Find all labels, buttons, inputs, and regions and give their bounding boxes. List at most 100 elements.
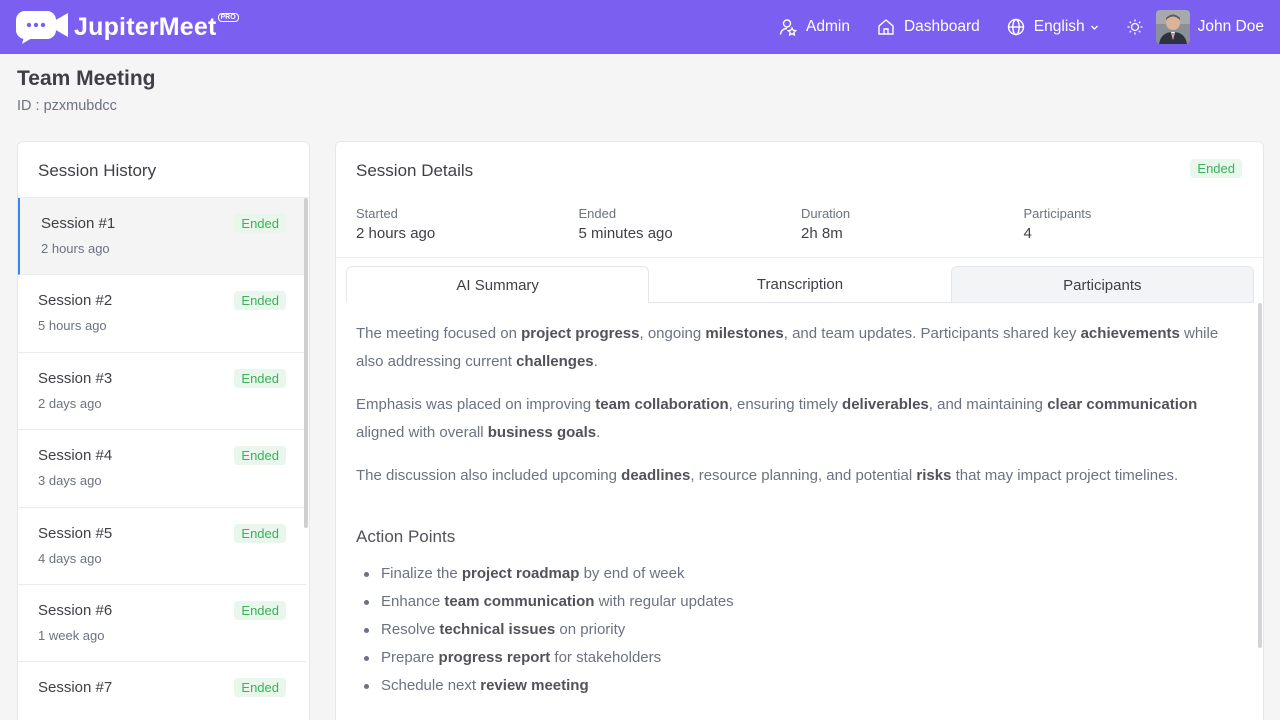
summary-text-segment: aligned with overall [356,424,488,441]
tab-ai-summary[interactable]: AI Summary [346,266,650,303]
home-icon [878,19,894,35]
summary-text-segment: , ongoing [639,325,706,342]
user-name: John Doe [1197,18,1264,35]
stat-ended: Ended 5 minutes ago [579,206,802,242]
nav-admin[interactable]: Admin [779,18,850,36]
pro-badge: PRO [217,12,239,22]
nav-dashboard[interactable]: Dashboard [877,18,980,36]
session-history-title: Session History [18,142,309,198]
action-points-list: Finalize the project roadmap by end of w… [356,560,1236,700]
status-badge: Ended [234,446,286,466]
session-details-panel: Session Details Ended Started 2 hours ag… [335,141,1264,720]
tab-transcription[interactable]: Transcription [649,266,951,303]
action-text-segment: Finalize the [381,565,462,582]
summary-text-segment: , ensuring timely [728,396,843,413]
brand-logo[interactable]: JupiterMeet PRO [16,10,239,44]
highlight-term: clear communication [1047,396,1198,413]
stat-value: 5 minutes ago [578,225,673,242]
highlight-term: achievements [1080,325,1180,342]
highlight-term: deadlines [621,467,691,484]
summary-paragraph: The meeting focused on project progress,… [356,320,1236,376]
action-text-segment: with regular updates [594,593,734,610]
highlight-term: progress report [438,649,551,666]
action-text-segment: Enhance [381,593,445,610]
status-badge: Ended [234,368,286,388]
session-time: 4 days ago [38,550,102,566]
highlight-term: project roadmap [461,565,580,582]
scrollbar-thumb[interactable] [304,198,308,528]
video-chat-icon [16,10,68,44]
stat-duration: Duration 2h 8m [801,206,1024,242]
status-badge: Ended [1190,159,1242,178]
session-time: 5 hours ago [38,318,107,334]
highlight-term: review meeting [480,677,589,694]
language-selector[interactable]: English [1007,18,1099,36]
action-point: Prepare progress report for stakeholders [356,644,1236,672]
stat-label: Started [356,206,398,221]
globe-icon [1007,18,1024,36]
highlight-term: deliverables [842,396,929,413]
highlight-term: challenges [516,353,594,370]
stat-value: 4 [1023,225,1032,242]
status-badge: Ended [234,214,286,233]
action-text-segment: Prepare [381,649,439,666]
session-item[interactable]: Session #2 5 hours ago Ended [18,275,306,353]
stat-value: 2h 8m [801,225,843,242]
summary-text: The meeting focused on project progress,… [356,320,1236,490]
session-item[interactable]: Session #6 1 week ago Ended [18,585,306,663]
session-time: 2 hours ago [41,241,110,256]
stat-participants: Participants 4 [1024,206,1247,242]
action-text-segment: Schedule next [381,677,481,694]
page-title: Team Meeting [17,67,156,90]
session-stats: Started 2 hours ago Ended 5 minutes ago … [356,206,1246,242]
action-text-segment: on priority [555,621,626,638]
action-point: Resolve technical issues on priority [356,616,1236,644]
session-time: 3 days ago [38,473,102,489]
status-badge: Ended [234,678,286,698]
session-item[interactable]: Session #1 2 hours ago Ended [18,198,306,276]
summary-text-segment: , and team updates. Participants shared … [783,325,1081,342]
action-text-segment: by end of week [579,565,685,582]
chevron-down-icon [1090,25,1098,30]
summary-paragraph: Emphasis was placed on improving team co… [356,391,1236,447]
highlight-term: risks [916,467,952,484]
brand-name: JupiterMeet [74,12,217,41]
language-label: English [1033,18,1085,35]
tab-participants[interactable]: Participants [950,266,1254,303]
status-badge: Ended [234,291,286,311]
highlight-term: team collaboration [595,396,729,413]
stat-label: Duration [801,206,851,221]
sun-icon [1127,19,1143,35]
summary-text-segment: The meeting focused on [356,325,522,342]
action-point: Enhance team communication with regular … [356,588,1236,616]
top-navbar: JupiterMeet PRO Admin Dashboard English … [0,0,1280,54]
session-item[interactable]: Session #7 Ended [18,662,306,720]
user-star-icon [779,19,798,36]
summary-paragraph: The discussion also included upcoming de… [356,462,1236,490]
session-item[interactable]: Session #3 2 days ago Ended [18,353,306,431]
summary-text-segment: Emphasis was placed on improving [356,396,596,413]
highlight-term: team communication [444,593,595,610]
meeting-id: ID : pzxmubdcc [17,98,117,114]
summary-text-segment: , resource planning, and potential [690,467,917,484]
session-item[interactable]: Session #4 3 days ago Ended [18,430,306,508]
theme-toggle[interactable] [1126,18,1144,36]
avatar [1155,10,1190,44]
summary-text-segment: The discussion also included upcoming [356,467,622,484]
session-item[interactable]: Session #5 4 days ago Ended [18,508,306,585]
summary-text-segment: , and maintaining [928,396,1048,413]
session-time: 2 days ago [38,395,102,411]
nav-admin-label: Admin [806,18,850,35]
divider [336,257,1263,258]
highlight-term: milestones [705,325,784,342]
content-scrollbar[interactable] [1258,303,1262,648]
nav-menu: Admin Dashboard English John Doe [779,0,1280,54]
stat-label: Participants [1023,206,1092,221]
user-menu[interactable]: John Doe [1155,10,1264,44]
status-badge: Ended [234,600,286,620]
action-points-title: Action Points [356,527,456,546]
session-list-scrollbar[interactable] [304,198,308,720]
summary-text-segment: . [596,424,601,441]
action-point: Schedule next review meeting [356,672,1236,700]
highlight-term: technical issues [439,621,556,638]
